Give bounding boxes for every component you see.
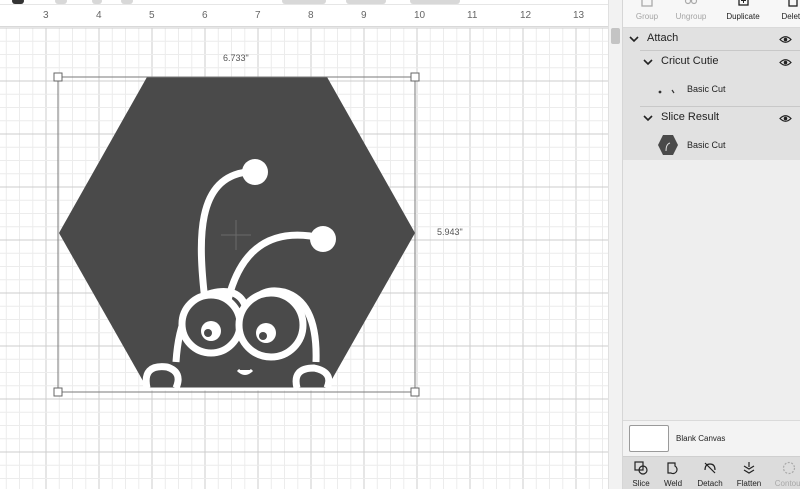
resize-handle-top-right[interactable] [410,72,420,82]
flatten-button[interactable]: Flatten [731,457,767,489]
layer-basic-cut-1-label: Basic Cut [687,84,726,94]
slice-label: Slice [632,479,650,488]
layer-attach-label: Attach [647,32,679,44]
delete-button[interactable]: Delete [769,0,800,28]
layer-cricut-cutie-label: Cricut Cutie [661,55,719,67]
blank-canvas-swatch[interactable] [629,425,669,452]
flatten-label: Flatten [736,479,762,488]
layer-actions-toolbar: Slice Weld Detach Flatten Contour [623,456,800,489]
slice-icon [634,461,648,475]
resize-handle-bottom-left[interactable] [53,387,63,397]
canvas-vertical-scrollbar[interactable] [608,0,622,489]
delete-label: Delete [781,12,800,21]
slice-button[interactable]: Slice [623,457,659,489]
layer-basic-cut-2-label: Basic Cut [687,140,726,150]
weld-button[interactable]: Weld [655,457,691,489]
duplicate-icon [738,0,749,6]
flatten-icon [743,462,755,474]
eye-icon[interactable] [779,114,792,123]
group-label: Group [635,12,659,21]
detach-icon [704,462,716,474]
duplicate-button[interactable]: Duplicate [719,0,767,28]
layer-slice-result-label: Slice Result [661,111,720,123]
layer-cricut-cutie[interactable]: Cricut Cutie [623,51,800,73]
contour-icon [782,461,796,475]
scrollbar-thumb[interactable] [611,28,620,44]
eye-icon[interactable] [779,35,792,44]
design-canvas[interactable]: 3 4 5 6 7 8 9 10 11 12 13 6.733" 5.943" [0,0,608,489]
layer-slice-result[interactable]: Slice Result [623,107,800,129]
ungroup-button[interactable]: Ungroup [667,0,715,28]
chevron-down-icon[interactable] [643,57,653,67]
layers-panel: Group Ungroup Duplicate Delete Attach [622,0,800,489]
trash-icon [788,0,798,7]
group-icon [641,0,653,7]
contour-label: Contour [774,479,800,488]
group-button[interactable]: Group [623,0,671,28]
duplicate-label: Duplicate [726,12,760,21]
layers-list: Attach Cricut Cutie Basic Cut Slice Resu… [623,28,800,160]
ungroup-label: Ungroup [675,12,707,21]
chevron-down-icon[interactable] [629,34,639,44]
resize-handle-bottom-right[interactable] [410,387,420,397]
weld-label: Weld [663,479,683,488]
width-dimension-label: 6.733" [223,53,249,63]
height-dimension-label: 5.943" [437,227,463,237]
hexagon-thumbnail-icon [658,135,678,155]
detach-button[interactable]: Detach [692,457,728,489]
weld-icon [667,462,678,475]
blank-canvas-label: Blank Canvas [676,434,726,443]
canvas-background-setting[interactable]: Blank Canvas [623,420,800,456]
detach-label: Detach [697,479,723,488]
layer-basic-cut-2[interactable]: Basic Cut [623,131,800,159]
layer-thumbnail-icon [658,89,675,94]
layer-basic-cut-1[interactable]: Basic Cut [623,75,800,105]
resize-handle-top-left[interactable] [53,72,63,82]
contour-button[interactable]: Contour [771,457,800,489]
design-layer [53,72,420,397]
layer-attach[interactable]: Attach [623,28,800,50]
ungroup-icon [684,0,698,5]
eye-icon[interactable] [779,58,792,67]
chevron-down-icon[interactable] [643,113,653,123]
design-space-app: 3 4 5 6 7 8 9 10 11 12 13 6.733" 5.943" … [0,0,800,489]
layers-toolbar: Group Ungroup Duplicate Delete [623,0,800,28]
